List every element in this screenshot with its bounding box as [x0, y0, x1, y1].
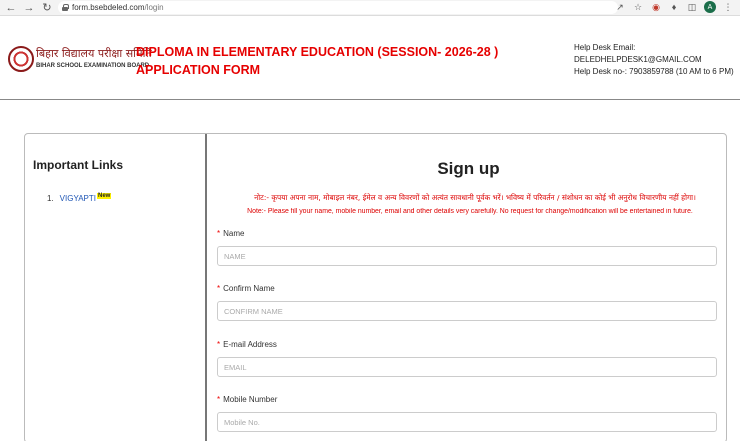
forward-icon[interactable]: → [22, 1, 36, 15]
signup-title: Sign up [437, 159, 500, 178]
important-links-panel: Important Links 1. VIGYAPTI New [25, 134, 207, 441]
address-bar[interactable]: form.bsebdeled.com/login [58, 1, 618, 14]
important-links-title: Important Links [33, 158, 124, 172]
note-english: Note:- Please fill your name, mobile num… [247, 208, 693, 215]
mobile-input[interactable] [217, 412, 717, 432]
profile-avatar[interactable]: A [704, 1, 716, 13]
email-label: * E-mail Address [217, 340, 277, 349]
url-host: form.bsebdeled.com [72, 3, 145, 12]
page-title: DIPLOMA IN ELEMENTARY EDUCATION (SESSION… [136, 45, 499, 77]
link-number: 1. [47, 194, 54, 203]
email-input[interactable] [217, 357, 717, 377]
name-label: * Name [217, 229, 244, 238]
url-text: form.bsebdeled.com/login [72, 3, 164, 12]
help-email-label: Help Desk Email: [574, 43, 636, 52]
mobile-label-text: Mobile Number [223, 395, 278, 404]
shield-extension-icon[interactable]: ◉ [650, 1, 662, 13]
bookmark-star-icon[interactable]: ☆ [632, 1, 644, 13]
help-phone: Help Desk no-: 7903859788 (10 AM to 6 PM… [574, 67, 734, 76]
menu-dots-icon[interactable]: ⋮ [722, 1, 734, 13]
confirm-name-label: * Confirm Name [217, 284, 275, 293]
confirm-name-label-text: Confirm Name [223, 284, 275, 293]
sidepanel-icon[interactable]: ◫ [686, 1, 698, 13]
reload-icon[interactable]: ↻ [40, 1, 54, 15]
puzzle-extensions-icon[interactable]: ♦ [668, 1, 680, 13]
logo-english-text: BIHAR SCHOOL EXAMINATION BOARD [36, 63, 150, 69]
help-email: DELEDHELPDESK1@GMAIL.COM [574, 55, 702, 64]
mobile-label: * Mobile Number [217, 395, 277, 404]
required-mark: * [217, 229, 221, 238]
share-icon[interactable]: ↗ [614, 1, 626, 13]
help-desk-info: Help Desk Email: DELEDHELPDESK1@GMAIL.CO… [574, 42, 734, 78]
bseb-logo-icon [8, 46, 34, 72]
email-label-text: E-mail Address [223, 340, 277, 349]
signup-card: Important Links 1. VIGYAPTI New Sign up … [24, 133, 727, 441]
browser-toolbar: ← → ↻ form.bsebdeled.com/login ↗ ☆ ◉ ♦ ◫… [0, 0, 740, 16]
back-icon[interactable]: ← [4, 1, 18, 15]
name-label-text: Name [223, 229, 245, 238]
lock-icon[interactable] [62, 4, 69, 11]
required-mark: * [217, 395, 221, 404]
link-item-vigyapti: 1. VIGYAPTI New [47, 192, 112, 203]
new-badge: New [96, 192, 112, 199]
vigyapti-link[interactable]: VIGYAPTI [60, 194, 96, 203]
note-hindi: नोट:- कृपया अपना नाम, मोबाइल नंबर, ईमेल … [254, 193, 696, 202]
confirm-name-input[interactable] [217, 301, 717, 321]
name-input[interactable] [217, 246, 717, 266]
site-header: बिहार विद्यालय परीक्षा समिति BIHAR SCHOO… [0, 16, 740, 100]
browser-actions: ↗ ☆ ◉ ♦ ◫ A ⋮ [614, 1, 734, 13]
required-mark: * [217, 340, 221, 349]
signup-form: Sign up नोट:- कृपया अपना नाम, मोबाइल नंब… [209, 134, 728, 441]
required-mark: * [217, 284, 221, 293]
url-path: /login [144, 3, 164, 12]
logo-hindi-text: बिहार विद्यालय परीक्षा समिति [36, 47, 152, 60]
